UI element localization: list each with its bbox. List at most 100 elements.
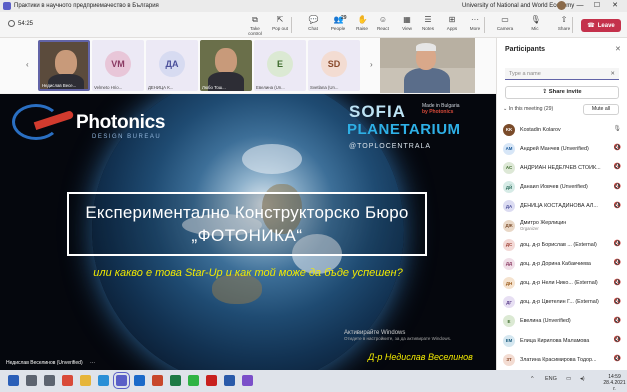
viber-icon[interactable]: [242, 375, 253, 386]
explorer-icon[interactable]: [80, 375, 91, 386]
activate-line2: Отидете в настройките, за да активирате …: [344, 336, 452, 341]
apps-icon: ⊞: [448, 15, 456, 24]
participant-tile[interactable]: VM Velmeto Hrio...: [92, 40, 144, 91]
more-options-icon[interactable]: ···: [90, 360, 95, 366]
view-icon: ▦: [403, 15, 411, 24]
mic-muted-icon: 🔇: [613, 337, 621, 344]
window-title: Практики в научното предприемачество в Б…: [14, 3, 159, 9]
participant-row[interactable]: ДА ДЕНИЦА КОСТАДИНОВА АЛ... 🔇: [503, 197, 623, 216]
powerpoint-icon[interactable]: [152, 375, 163, 386]
mute-all-button[interactable]: Mute all: [583, 104, 619, 115]
participant-row[interactable]: ДД доц. д-р Дорина Кабакчиева 🔇: [503, 254, 623, 273]
participant-video-face: [215, 48, 237, 74]
take-control-button[interactable]: ⧉ Take control: [243, 15, 267, 36]
mic-muted-icon: 🔇: [613, 164, 621, 171]
leave-button[interactable]: ☎ Leave: [581, 19, 621, 32]
notes-icon: ☰: [424, 15, 432, 24]
slide-title-line1: Експериментално Конструкторско Бюро: [85, 203, 409, 222]
taskbar-clock[interactable]: 14:59 28.4.2021 г.: [602, 374, 627, 392]
participant-row[interactable]: AC АНДРИАН НЕДЕЛЧЕВ СТОЙК... 🔇: [503, 158, 623, 177]
participant-name: доц. д-р Дорина Кабакчиева: [520, 260, 591, 267]
lang-indicator[interactable]: ENG: [545, 376, 557, 382]
hand-icon: ✋: [357, 15, 368, 24]
participant-tile[interactable]: Недислав Весе...: [38, 40, 90, 91]
minimize-button[interactable]: —: [573, 0, 587, 12]
windows-taskbar: ^ ENG ▭ ◂) 14:59 28.4.2021 г.: [0, 370, 627, 392]
notes-label: Notes: [421, 26, 434, 31]
close-panel-icon[interactable]: ✕: [615, 45, 621, 53]
search-placeholder: Type a name: [509, 71, 541, 77]
task-view-icon[interactable]: [44, 375, 55, 386]
people-button[interactable]: 👥 29 People: [326, 15, 350, 31]
toolbar-separator: [572, 17, 573, 33]
clear-search-icon[interactable]: ✕: [610, 68, 615, 80]
participant-row[interactable]: E Евелина (Unverified) 🔇: [503, 312, 623, 331]
participant-name-block: Евелина (Unverified): [520, 318, 612, 324]
react-button[interactable]: ☺ React: [371, 15, 395, 31]
participant-row[interactable]: AM Андрей Манчев (Unverified) 🔇: [503, 139, 623, 158]
participant-avatar: KK: [503, 123, 515, 136]
participant-row[interactable]: ДЙ Данаил Йовчев (Unverified) 🔇: [503, 178, 623, 197]
participant-row[interactable]: ЗТ Златина Красимирова Тодор... 🔇: [503, 350, 623, 369]
photonics-brand: Photonics: [76, 112, 166, 133]
participant-name: Андрей Манчев (Unverified): [520, 145, 589, 152]
share-icon: ⇪: [542, 89, 548, 95]
participant-tile[interactable]: ДА ДЕНИЦА К...: [146, 40, 198, 91]
participant-avatar: ДН: [503, 277, 515, 290]
slide-title-box: Експериментално Конструкторско Бюро „ФОТ…: [67, 192, 427, 256]
windows-activation-watermark: Активирайте Windows Отидете в настройкит…: [344, 330, 451, 341]
apps-button[interactable]: ⊞ Apps: [440, 15, 464, 31]
share-invite-button[interactable]: ⇪ Share invite: [505, 86, 619, 99]
presenter-name: Недислав Веселинов (Unverified): [6, 360, 83, 366]
excel-icon[interactable]: [170, 375, 181, 386]
mic-button[interactable]: 🎙 Mic: [523, 15, 547, 31]
participant-name: Kostadin Kolarov: [520, 126, 561, 133]
chrome-icon[interactable]: [62, 375, 73, 386]
pop-out-button[interactable]: ⇱ Pop out: [268, 15, 292, 31]
participant-avatar: ЗТ: [503, 353, 515, 366]
participant-avatar: ДД: [503, 257, 515, 270]
participant-row[interactable]: ДГ доц. д-р Цветелин Г... (External) 🔇: [503, 293, 623, 312]
mic-muted-icon: 🔇: [613, 145, 621, 152]
leave-label: Leave: [597, 22, 615, 29]
mic-muted-icon: 🔇: [613, 279, 621, 286]
volume-icon[interactable]: ◂): [580, 376, 585, 382]
slide-author: Д-р Недислав Веселинов: [368, 352, 473, 362]
word-icon[interactable]: [224, 375, 235, 386]
whatsapp-icon[interactable]: [188, 375, 199, 386]
search-icon[interactable]: [26, 375, 37, 386]
strip-right-arrow[interactable]: ›: [370, 60, 373, 69]
meeting-toolbar: 54:25 ⧉ Take control ⇱ Pop out 💬 Chat 👥 29 Peopl…: [0, 12, 627, 38]
camera-button[interactable]: ▭ Camera: [493, 15, 517, 31]
presenter-video[interactable]: [380, 38, 475, 93]
notes-button[interactable]: ☰ Notes: [416, 15, 440, 31]
chat-button[interactable]: 💬 Chat: [301, 15, 325, 31]
edge-icon[interactable]: [98, 375, 109, 386]
teams-icon[interactable]: [113, 372, 130, 389]
user-avatar[interactable]: [557, 1, 566, 10]
slide-subtitle: или какво е това Star-Up и как той може …: [93, 267, 403, 279]
network-icon[interactable]: ▭: [566, 376, 571, 382]
participant-tile[interactable]: E Евелина (Un...: [254, 40, 306, 91]
react-icon: ☺: [378, 15, 388, 24]
start-icon[interactable]: [8, 375, 19, 386]
outlook-icon[interactable]: [134, 375, 145, 386]
strip-left-arrow[interactable]: ‹: [26, 60, 29, 69]
participant-search-input[interactable]: Type a name ✕: [505, 68, 619, 80]
participant-row[interactable]: ДС доц. д-р Борислав ... (External) 🔇: [503, 235, 623, 254]
participant-row[interactable]: KK Kostadin Kolarov 🎙: [503, 120, 623, 139]
tray-expand-icon[interactable]: ^: [531, 376, 534, 382]
pop-out-icon: ⇱: [276, 15, 284, 24]
participant-name-block: доц. д-р Дорина Кабакчиева: [520, 261, 612, 267]
participant-row[interactable]: EM Елица Кирилова Маламова 🔇: [503, 331, 623, 350]
presenter-name-label: Недислав Веселинов (Unverified) ···: [0, 356, 120, 370]
participant-tile[interactable]: Любо Тош...: [200, 40, 252, 91]
maximize-button[interactable]: ☐: [590, 0, 604, 12]
close-window-button[interactable]: ✕: [608, 0, 622, 12]
in-meeting-header[interactable]: ⌄ In this meeting (29): [503, 106, 553, 112]
acrobat-icon[interactable]: [206, 375, 217, 386]
participant-tile[interactable]: SD Svetlana (Un...: [308, 40, 360, 91]
phone-icon: ☎: [587, 23, 595, 29]
participant-row[interactable]: ДН доц. д-р Нели Нико... (External) 🔇: [503, 274, 623, 293]
participant-row[interactable]: ДЖ Дмитро Жерлицин Organizer: [503, 216, 623, 235]
